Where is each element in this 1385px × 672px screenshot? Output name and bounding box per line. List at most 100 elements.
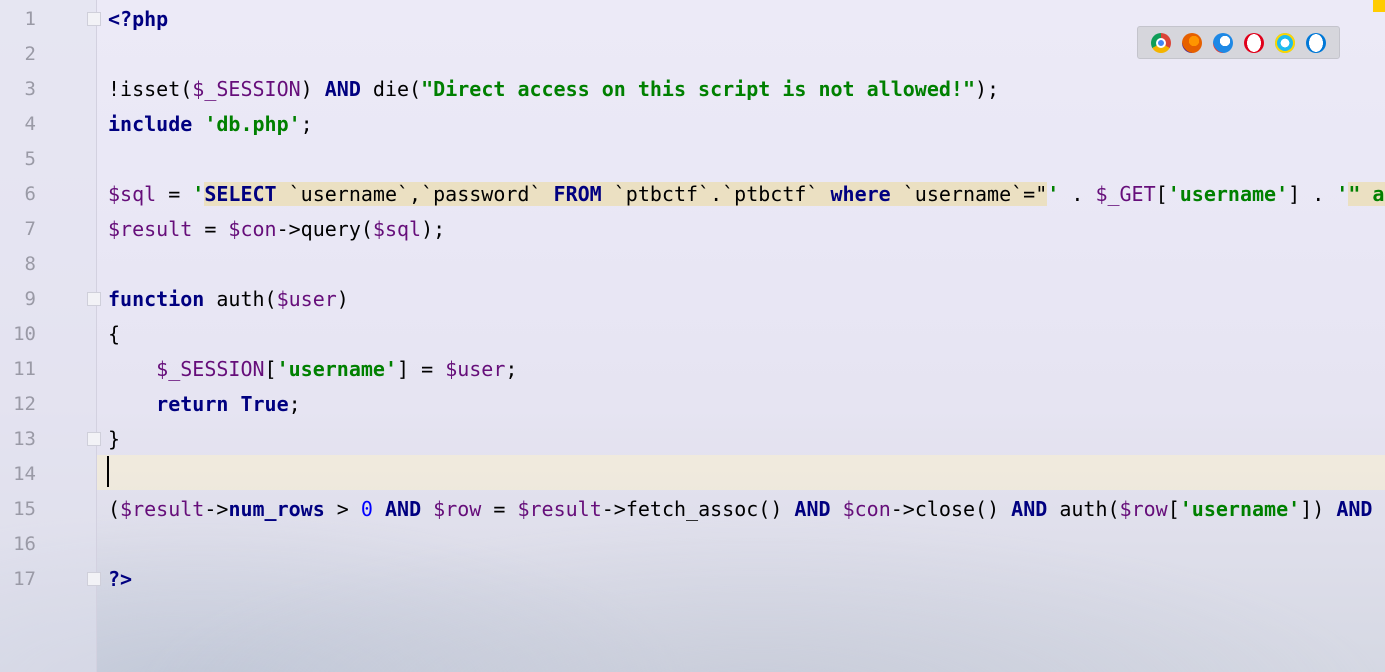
line-number: 4 [24,113,36,135]
code-line[interactable]: ?> [108,562,132,597]
code-token: ->close() [890,497,1012,521]
code-token: ; [288,392,301,416]
code-token: auth( [1047,497,1120,521]
code-token: ; [300,112,313,136]
code-token: FROM [553,182,602,206]
code-token: auth( [204,287,277,311]
code-token: $row [1119,497,1168,521]
line-number: 12 [13,393,36,415]
code-token: 'username' [1179,497,1301,521]
line-number: 3 [24,78,36,100]
code-token: ' [1047,182,1060,206]
code-token: !isset( [108,77,193,101]
code-line[interactable]: <?php [108,2,168,37]
code-token: "Direct access on this script is not all… [421,77,975,101]
code-token: d [1372,497,1385,521]
code-line[interactable]: } [108,422,120,457]
line-number: 1 [24,8,36,30]
code-token: [ [264,357,277,381]
code-token: AND [324,77,361,101]
line-number: 16 [13,533,36,555]
code-token: AND [1336,497,1373,521]
code-token: `ptbctf`.`ptbctf` [601,182,831,206]
code-line[interactable]: ($result->num_rows > 0 AND $row = $resul… [108,492,1385,527]
code-token: ) [300,77,325,101]
code-line[interactable]: { [108,317,120,352]
code-token: { [108,322,121,346]
code-token: $sql [108,182,157,206]
code-token: $_SESSION [156,357,265,381]
current-line-highlight [97,455,1385,490]
line-number: 6 [24,183,36,205]
code-line[interactable]: function auth($user) [108,282,349,317]
warning-marker-icon[interactable] [1373,0,1385,12]
opera-icon[interactable] [1243,32,1264,53]
code-token: = [192,217,229,241]
code-line[interactable]: include 'db.php'; [108,107,313,142]
code-token: ?> [108,567,133,591]
code-token: = [481,497,518,521]
line-number: 10 [13,323,36,345]
code-line[interactable]: $result = $con->query($sql); [108,212,445,247]
code-token: $row [433,497,482,521]
ie-icon[interactable] [1274,32,1295,53]
code-token: ); [975,77,1000,101]
code-token: ->fetch_assoc() [601,497,795,521]
firefox-icon[interactable] [1182,32,1203,53]
code-token: -> [204,497,229,521]
code-token: [ [1167,497,1180,521]
line-number: 8 [24,253,36,275]
code-token: ] = [397,357,446,381]
code-token: True [240,392,289,416]
code-token: 'db.php' [204,112,301,136]
code-token: SELECT [204,182,277,206]
edge-icon[interactable] [1305,32,1326,53]
code-token: where [830,182,891,206]
code-line[interactable]: return True; [108,387,301,422]
code-token: function [108,287,205,311]
code-token: ] . [1288,182,1337,206]
code-token: } [108,427,121,451]
code-token: 'username' [1167,182,1289,206]
text-caret [107,456,109,487]
line-number: 13 [13,428,36,450]
code-token: ( [108,497,121,521]
chrome-icon[interactable] [1151,32,1172,53]
code-token: num_rows [228,497,325,521]
line-number: 9 [24,288,36,310]
line-number: 15 [13,498,36,520]
code-token: ' [1336,182,1349,206]
code-token: $result [108,217,193,241]
code-token: ) [336,287,349,311]
code-token: AND [384,497,422,521]
fold-end-marker-icon[interactable] [87,432,101,446]
fold-marker-icon[interactable] [87,12,101,26]
code-token: $sql [372,217,422,241]
fold-end-marker-icon[interactable] [87,572,101,586]
code-token: $result [120,497,205,521]
code-token: ); [421,217,446,241]
code-token: 0 [360,497,373,521]
code-token: ' [192,182,205,206]
safari-icon[interactable] [1213,32,1234,53]
code-token: `username`=" [890,182,1048,206]
code-line[interactable]: $sql = 'SELECT `username`,`password` FRO… [108,177,1385,212]
code-token: [ [1155,182,1168,206]
code-token: ->query( [276,217,373,241]
code-token: return [156,392,229,416]
code-token: $con [228,217,277,241]
code-token: die( [360,77,422,101]
line-number: 5 [24,148,36,170]
code-line[interactable]: !isset($_SESSION) AND die("Direct access… [108,72,999,107]
code-line[interactable]: $_SESSION['username'] = $user; [108,352,517,387]
code-token: $result [517,497,602,521]
line-number: 11 [13,358,36,380]
fold-marker-icon[interactable] [87,292,101,306]
line-number: 17 [13,568,36,590]
